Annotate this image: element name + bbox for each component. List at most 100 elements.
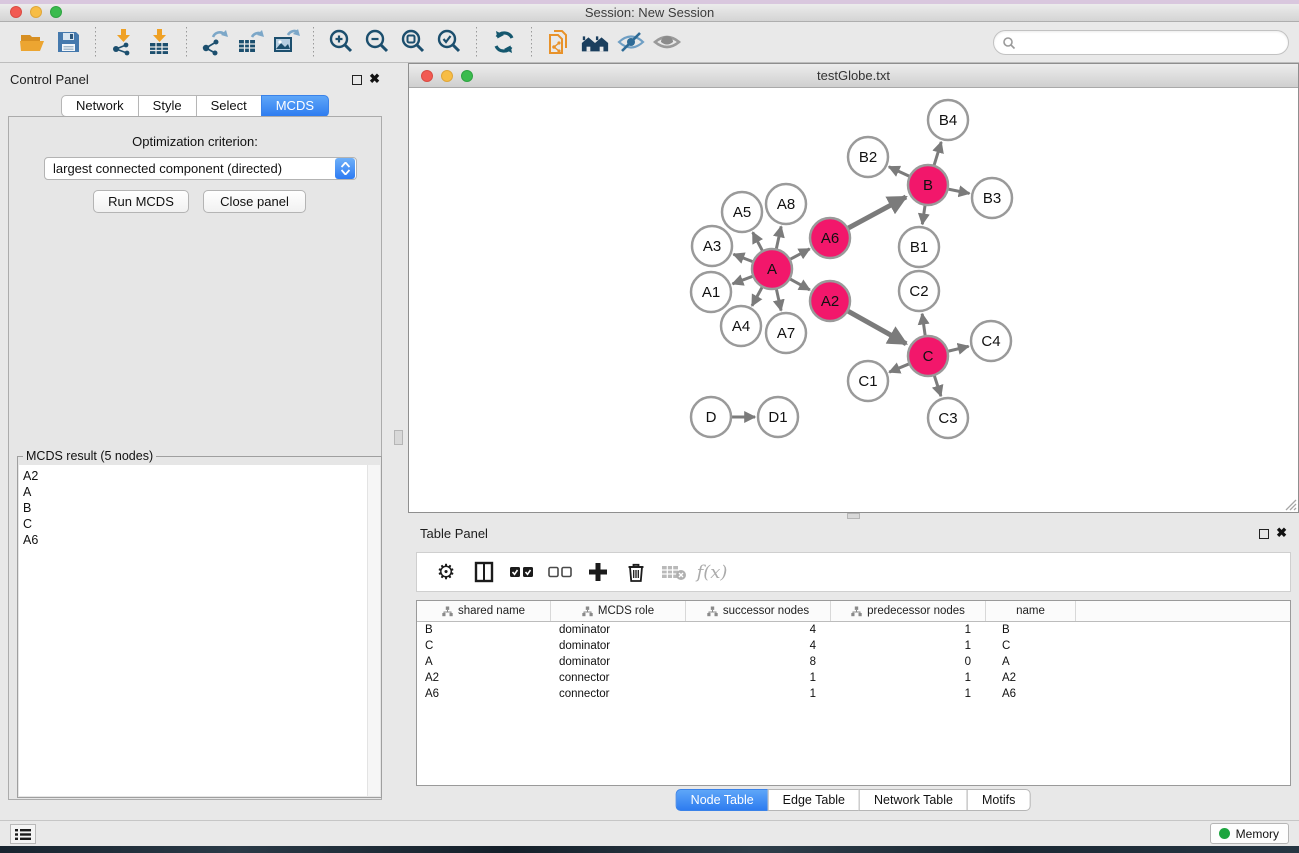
scrollbar-track[interactable] (367, 465, 380, 796)
home-network-icon[interactable] (580, 27, 610, 57)
node-A3[interactable]: A3 (692, 226, 732, 266)
node-A6[interactable]: A6 (810, 218, 850, 258)
node-A7[interactable]: A7 (766, 313, 806, 353)
zoom-in-icon[interactable] (326, 27, 356, 57)
edge-A-A2[interactable] (790, 279, 810, 290)
open-file-icon[interactable] (17, 27, 47, 57)
edge-A-A1[interactable] (733, 276, 754, 284)
tab-node-table[interactable]: Node Table (676, 789, 769, 811)
edge-C-C1[interactable] (889, 364, 909, 372)
tab-select[interactable]: Select (196, 95, 262, 117)
node-B[interactable]: B (908, 165, 948, 205)
export-table-icon[interactable] (235, 27, 265, 57)
network-canvas[interactable]: B4 B2 B B3 A8A5 A6 A3 B1 A A1 C2 A2 A4A7 C4 C C1 C3 D D1 (409, 88, 1298, 512)
search-input[interactable] (1016, 31, 1288, 54)
optimization-criterion-select[interactable]: largest connected component (directed) (44, 157, 357, 180)
edge-B-B1[interactable] (922, 205, 925, 224)
close-panel-icon[interactable]: ✖ (369, 71, 380, 87)
node-C[interactable]: C (908, 336, 948, 376)
edge-A-A3[interactable] (733, 254, 753, 262)
delete-column-icon[interactable] (621, 558, 651, 586)
node-B2[interactable]: B2 (848, 137, 888, 177)
tab-style[interactable]: Style (138, 95, 197, 117)
list-item[interactable]: A (19, 484, 380, 500)
mcds-result-list[interactable]: A2ABCA6 (19, 465, 380, 796)
resize-grip-icon[interactable] (1283, 497, 1297, 511)
float-panel-icon[interactable] (352, 75, 362, 85)
column-header-name[interactable]: name (986, 601, 1076, 621)
show-details-icon[interactable] (652, 27, 682, 57)
node-A[interactable]: A (752, 249, 792, 289)
edge-A6-B[interactable] (848, 197, 906, 229)
select-all-icon[interactable] (507, 558, 537, 586)
edge-B-B3[interactable] (948, 189, 970, 193)
edge-C-C4[interactable] (947, 346, 968, 351)
tab-network[interactable]: Network (61, 95, 139, 117)
table-row[interactable]: Cdominator41C (417, 638, 1290, 654)
close-panel-button[interactable]: Close panel (203, 190, 306, 213)
edge-B-B2[interactable] (889, 167, 910, 177)
node-C3[interactable]: C3 (928, 398, 968, 438)
horizontal-split-handle[interactable] (847, 513, 860, 519)
table-row[interactable]: Bdominator41B (417, 622, 1290, 638)
tab-edge-table[interactable]: Edge Table (768, 789, 860, 811)
edge-A-A4[interactable] (752, 287, 762, 306)
tab-mcds[interactable]: MCDS (261, 95, 329, 117)
export-network-icon[interactable] (199, 27, 229, 57)
edge-C-C3[interactable] (934, 375, 941, 396)
node-A5[interactable]: A5 (722, 192, 762, 232)
run-mcds-button[interactable]: Run MCDS (93, 190, 189, 213)
edge-A2-C[interactable] (847, 311, 906, 344)
float-table-panel-icon[interactable] (1259, 529, 1269, 539)
hide-details-icon[interactable] (616, 27, 646, 57)
node-A8[interactable]: A8 (766, 184, 806, 224)
node-table[interactable]: shared nameMCDS rolesuccessor nodesprede… (416, 600, 1291, 786)
list-item[interactable]: B (19, 500, 380, 516)
task-history-button[interactable] (10, 824, 36, 844)
gear-icon[interactable]: ⚙ (431, 558, 461, 586)
table-row[interactable]: A2connector11A2 (417, 670, 1290, 686)
column-header-successor-nodes[interactable]: successor nodes (686, 601, 831, 621)
table-row[interactable]: A6connector11A6 (417, 686, 1290, 702)
node-B3[interactable]: B3 (972, 178, 1012, 218)
zoom-selected-icon[interactable] (434, 27, 464, 57)
unselect-all-icon[interactable] (545, 558, 575, 586)
column-header-predecessor-nodes[interactable]: predecessor nodes (831, 601, 986, 621)
table-row[interactable]: Adominator80A (417, 654, 1290, 670)
search-field[interactable] (993, 30, 1289, 55)
zoom-fit-icon[interactable] (398, 27, 428, 57)
node-C1[interactable]: C1 (848, 361, 888, 401)
node-B1[interactable]: B1 (899, 227, 939, 267)
node-B4[interactable]: B4 (928, 100, 968, 140)
node-A4[interactable]: A4 (721, 306, 761, 346)
node-A1[interactable]: A1 (691, 272, 731, 312)
node-C2[interactable]: C2 (899, 271, 939, 311)
tab-motifs[interactable]: Motifs (967, 789, 1030, 811)
tab-network-table[interactable]: Network Table (859, 789, 968, 811)
vertical-split-handle[interactable] (394, 430, 403, 445)
node-C4[interactable]: C4 (971, 321, 1011, 361)
list-item[interactable]: A6 (19, 532, 380, 548)
edge-A-A7[interactable] (776, 289, 781, 311)
list-item[interactable]: A2 (19, 465, 380, 484)
edge-A-A5[interactable] (753, 232, 763, 251)
import-table-icon[interactable] (144, 27, 174, 57)
import-network-icon[interactable] (108, 27, 138, 57)
save-session-icon[interactable] (53, 27, 83, 57)
add-column-icon[interactable] (583, 558, 613, 586)
edge-B-B4[interactable] (934, 142, 941, 166)
memory-button[interactable]: Memory (1210, 823, 1289, 844)
edge-A-A8[interactable] (776, 226, 781, 249)
column-header-mcds-role[interactable]: MCDS role (551, 601, 686, 621)
edge-A-A6[interactable] (790, 249, 810, 260)
zoom-out-icon[interactable] (362, 27, 392, 57)
node-D1[interactable]: D1 (758, 397, 798, 437)
network-file-icon[interactable] (544, 27, 574, 57)
list-item[interactable]: C (19, 516, 380, 532)
edge-C-C2[interactable] (922, 314, 925, 336)
node-D[interactable]: D (691, 397, 731, 437)
export-image-icon[interactable] (271, 27, 301, 57)
column-header-shared-name[interactable]: shared name (417, 601, 551, 621)
node-A2[interactable]: A2 (810, 281, 850, 321)
close-table-panel-icon[interactable]: ✖ (1276, 525, 1287, 541)
